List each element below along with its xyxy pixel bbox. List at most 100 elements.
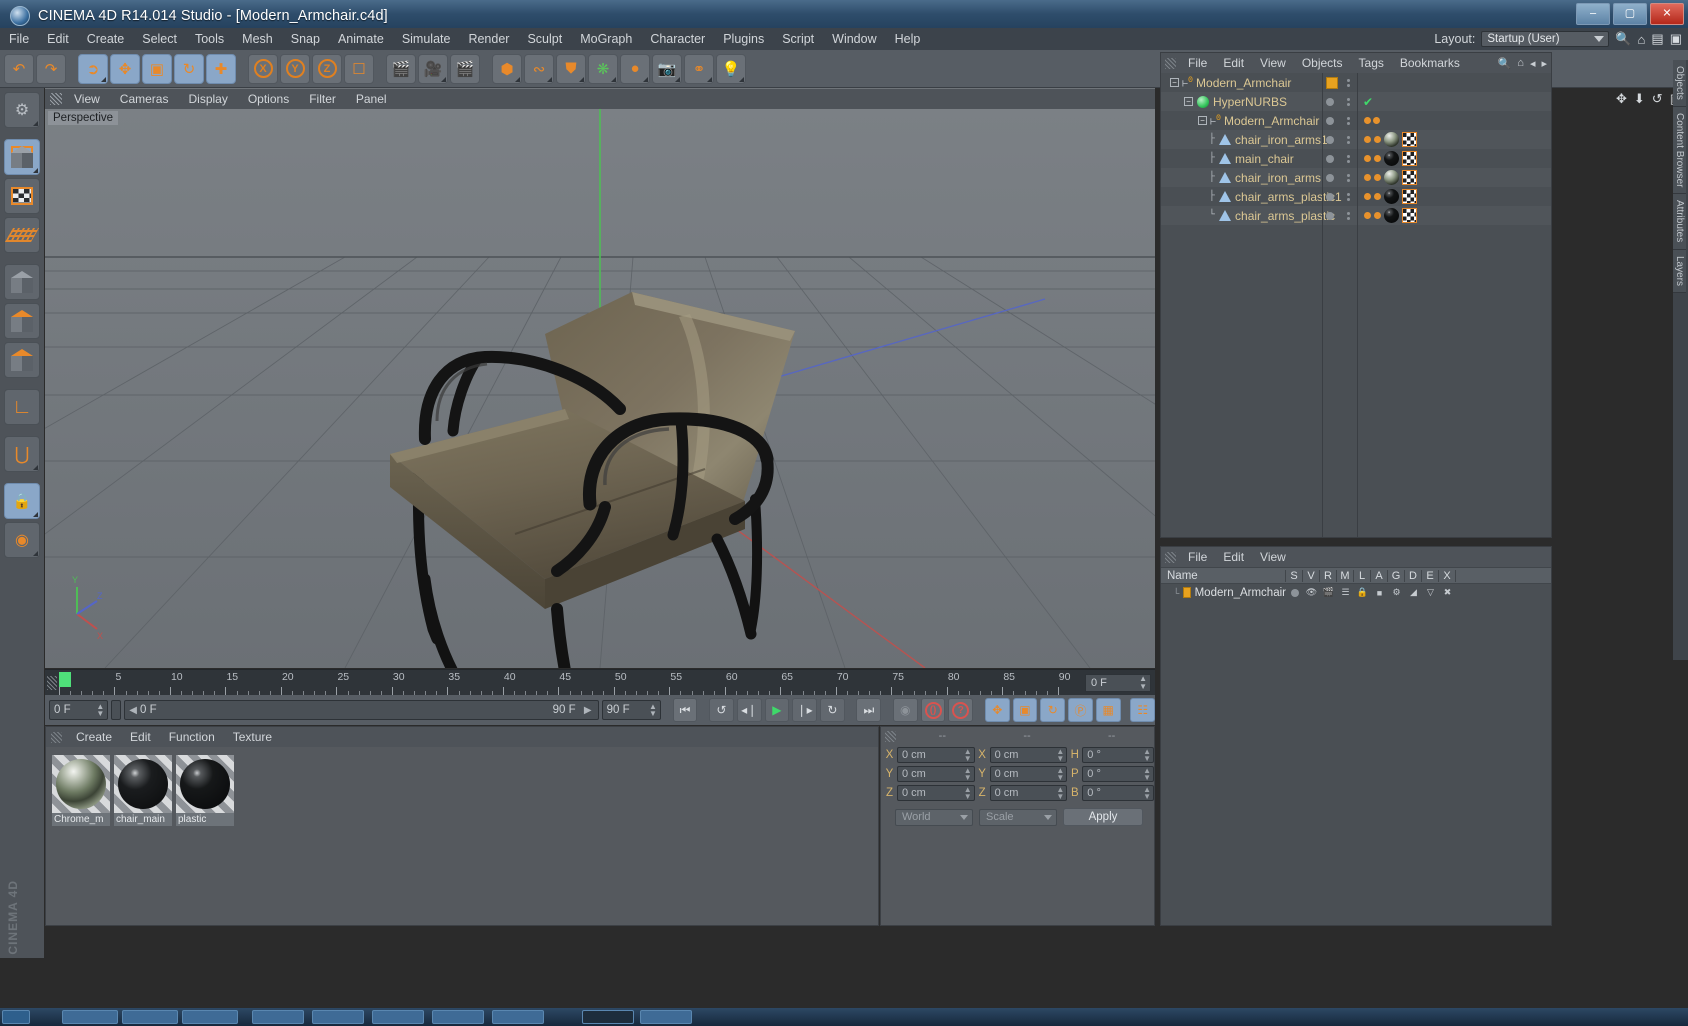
points-mode-button[interactable]: [4, 217, 40, 253]
expand-collapse-icon[interactable]: −: [1170, 78, 1179, 87]
object-row-hypernurbs[interactable]: − HyperNURBS ✔: [1161, 92, 1551, 111]
add-cube-object-button[interactable]: ⬢: [492, 53, 522, 84]
material-tag-icon[interactable]: [1384, 189, 1399, 204]
material-menu-function[interactable]: Function: [160, 730, 224, 744]
layers-header-l[interactable]: L: [1354, 569, 1371, 582]
maximize-button[interactable]: ▢: [1613, 3, 1647, 25]
viewport-menu-view[interactable]: View: [64, 92, 110, 106]
spinner-icon[interactable]: ▲ ▼: [1139, 675, 1147, 691]
render-view-button[interactable]: 🎬: [386, 53, 416, 84]
polygons-mode-button[interactable]: [4, 303, 40, 339]
add-spline-button[interactable]: ∾: [524, 53, 554, 84]
model-mode-button[interactable]: [4, 139, 40, 175]
spinner-icon[interactable]: ▲ ▼: [1143, 786, 1151, 801]
tag-dot-icon[interactable]: [1374, 212, 1381, 219]
layers-header-d[interactable]: D: [1405, 569, 1422, 582]
rotate-tool[interactable]: ↻: [174, 53, 204, 84]
viewport-menu-panel[interactable]: Panel: [346, 92, 397, 106]
move-tool[interactable]: ✥: [110, 53, 140, 84]
menu-item-mograph[interactable]: MoGraph: [571, 28, 641, 50]
visibility-dots-icon[interactable]: [1347, 116, 1350, 125]
dock-tab-attributes[interactable]: Attributes: [1673, 194, 1686, 250]
material-item[interactable]: Chrome_m: [52, 755, 110, 826]
taskbar-item[interactable]: [62, 1010, 118, 1024]
tag-dot-icon[interactable]: [1374, 136, 1381, 143]
move-axis-tool[interactable]: ✚: [206, 53, 236, 84]
play-reverse-button[interactable]: ↺: [709, 698, 734, 722]
layers-header-x[interactable]: X: [1439, 569, 1456, 582]
uvw-tag-icon[interactable]: [1402, 151, 1417, 166]
menu-item-render[interactable]: Render: [459, 28, 518, 50]
layer-generator-cell[interactable]: ⚙: [1388, 587, 1405, 598]
tag-dot-icon[interactable]: [1364, 193, 1371, 200]
viewport-canvas[interactable]: Y X Z: [45, 109, 1155, 668]
spinner-icon[interactable]: ▲ ▼: [649, 703, 657, 718]
viewport-menu-cameras[interactable]: Cameras: [110, 92, 179, 106]
spinner-icon[interactable]: ▲ ▼: [964, 767, 972, 782]
spinner-icon[interactable]: ▲ ▼: [1056, 767, 1064, 782]
add-environment-button[interactable]: ●: [620, 53, 650, 84]
menu-item-create[interactable]: Create: [78, 28, 134, 50]
redo-button[interactable]: ↷: [36, 53, 66, 84]
timeline-grip-handle[interactable]: [47, 676, 57, 690]
expand-collapse-icon[interactable]: −: [1184, 97, 1193, 106]
expand-icon[interactable]: ▸: [1541, 57, 1547, 70]
taskbar-item-active[interactable]: [582, 1010, 634, 1024]
viewport-menu-options[interactable]: Options: [238, 92, 299, 106]
layer-color-swatch[interactable]: [1183, 587, 1191, 598]
size-y-input[interactable]: 0 cm ▲ ▼: [989, 766, 1068, 782]
material-menu-create[interactable]: Create: [67, 730, 121, 744]
layers-menu-edit[interactable]: Edit: [1215, 550, 1252, 564]
material-menu-texture[interactable]: Texture: [224, 730, 281, 744]
layer-animation-cell[interactable]: ■: [1371, 588, 1388, 598]
object-menu-edit[interactable]: Edit: [1215, 56, 1252, 70]
menu-item-tools[interactable]: Tools: [186, 28, 233, 50]
menu-item-script[interactable]: Script: [773, 28, 823, 50]
menu-item-character[interactable]: Character: [641, 28, 714, 50]
uvw-tag-icon[interactable]: [1402, 170, 1417, 185]
go-to-start-button[interactable]: ⏮: [672, 698, 698, 722]
timeline-ruler[interactable]: 051015202530354045505560657075808590 0 F…: [45, 669, 1155, 696]
layer-render-cell[interactable]: 🎬: [1320, 587, 1337, 598]
visibility-dot-icon[interactable]: [1326, 135, 1334, 144]
tag-dot-icon[interactable]: [1374, 174, 1381, 181]
add-generator-button[interactable]: ⛊: [556, 53, 586, 84]
layer-xpresso-cell[interactable]: ✖: [1439, 587, 1456, 598]
visibility-dot-icon[interactable]: [1326, 173, 1334, 182]
close-button[interactable]: ✕: [1650, 3, 1684, 25]
lock-x-axis-button[interactable]: X: [248, 53, 278, 84]
edges-mode-button[interactable]: [4, 264, 40, 300]
timeline-current-frame-field[interactable]: 0 F ▲ ▼: [1085, 674, 1151, 692]
dolly-view-icon[interactable]: ⬇: [1634, 91, 1645, 107]
layers-menu-view[interactable]: View: [1252, 550, 1294, 564]
preview-range-bar[interactable]: ◀ 0 F 90 F ▶: [124, 700, 599, 720]
layer-color-swatch[interactable]: [1326, 76, 1338, 89]
taskbar-start-button[interactable]: [2, 1010, 30, 1024]
lock-y-axis-button[interactable]: Y: [280, 53, 310, 84]
tag-dot-icon[interactable]: [1374, 193, 1381, 200]
object-menu-objects[interactable]: Objects: [1294, 56, 1351, 70]
visibility-dots-icon[interactable]: [1347, 97, 1350, 106]
tag-dot-icon[interactable]: [1364, 136, 1371, 143]
layers-header-a[interactable]: A: [1371, 569, 1388, 582]
taskbar-item[interactable]: [252, 1010, 304, 1024]
menu-item-help[interactable]: Help: [886, 28, 930, 50]
menu-item-file[interactable]: File: [0, 28, 38, 50]
layers-header-r[interactable]: R: [1320, 569, 1337, 582]
tag-dot-icon[interactable]: [1373, 117, 1380, 124]
spinner-icon[interactable]: ▲ ▼: [96, 703, 104, 718]
search-icon[interactable]: 🔍: [1615, 31, 1631, 47]
tag-dot-icon[interactable]: [1364, 117, 1371, 124]
key-pla-toggle[interactable]: ▦: [1095, 698, 1121, 722]
timeline-ticks[interactable]: 051015202530354045505560657075808590: [59, 670, 1080, 696]
scale-tool[interactable]: ▣: [142, 53, 172, 84]
menu-item-animate[interactable]: Animate: [329, 28, 393, 50]
material-tag-icon[interactable]: [1384, 132, 1399, 147]
add-light-button[interactable]: 💡: [716, 53, 746, 84]
home-layout-icon[interactable]: ⌂: [1638, 32, 1646, 47]
step-back-button[interactable]: ◂❘: [736, 698, 762, 722]
object-manager-grip-handle[interactable]: [1165, 57, 1176, 69]
menu-item-snap[interactable]: Snap: [282, 28, 329, 50]
dock-tab-objects[interactable]: Objects: [1673, 60, 1686, 107]
rot-p-input[interactable]: 0 ° ▲ ▼: [1082, 766, 1154, 782]
